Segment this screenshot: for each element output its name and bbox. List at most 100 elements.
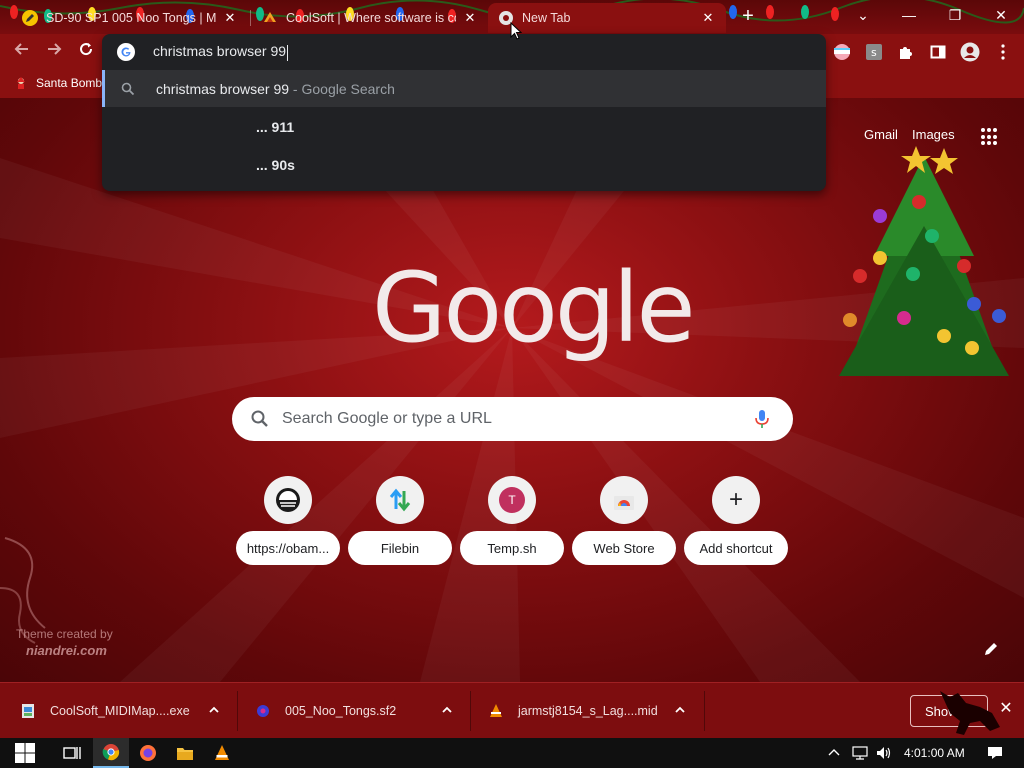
web-store-icon [600, 476, 648, 524]
svg-text:s: s [871, 46, 877, 59]
microphone-icon[interactable] [751, 408, 773, 430]
volume-icon[interactable] [876, 746, 892, 760]
tab-search-button[interactable]: ⌄ [840, 0, 886, 30]
omnibox-dropdown: christmas browser 99 christmas browser 9… [102, 34, 826, 191]
bookmark-label: Santa Bomb [36, 76, 103, 90]
download-filename: CoolSoft_MIDIMap....exe [50, 704, 190, 718]
tab-close-icon[interactable]: ✕ [462, 10, 478, 26]
forward-arrow-icon [48, 43, 62, 55]
google-logo: Google [372, 252, 696, 364]
windows-taskbar: 4:01:00 AM [0, 738, 1024, 768]
download-filename: jarmstj8154_s_Lag....mid [518, 704, 658, 718]
letter-t-icon: T [488, 476, 536, 524]
download-divider [704, 691, 705, 731]
search-input[interactable] [282, 410, 751, 428]
shortcut-label: Temp.sh [460, 531, 564, 565]
tab-close-icon[interactable]: ✕ [700, 10, 716, 26]
reindeer-silhouette-decoration [940, 691, 1000, 735]
start-button[interactable] [6, 738, 44, 768]
tab-close-icon[interactable]: ✕ [222, 10, 238, 26]
taskbar-firefox[interactable] [130, 738, 166, 768]
minimize-button[interactable]: — [886, 0, 932, 30]
omnibox-suggestion[interactable]: christmas browser 99 - Google Search [102, 70, 826, 107]
suggestion-text: ... 911 [256, 118, 295, 135]
folder-icon [177, 748, 193, 760]
theme-credit-site[interactable]: niandrei.com [26, 643, 107, 658]
network-icon[interactable] [852, 746, 868, 760]
vlc-icon [490, 704, 502, 717]
pen-favicon-icon [22, 10, 38, 26]
side-panel-icon[interactable] [929, 43, 947, 61]
restore-button[interactable]: ❐ [932, 0, 978, 30]
mouse-cursor-icon [510, 22, 522, 40]
obama-logo-icon [264, 476, 312, 524]
taskbar-chrome[interactable] [93, 738, 129, 768]
chevron-up-icon[interactable] [674, 704, 686, 716]
window-close-button[interactable]: ✕ [978, 0, 1024, 30]
download-item[interactable]: CoolSoft_MIDIMap....exe [20, 683, 230, 739]
profile-avatar-icon[interactable] [960, 42, 980, 62]
back-button[interactable] [10, 40, 34, 64]
omnibox-suggestion[interactable]: ... 90s [102, 146, 826, 183]
vlc-icon [215, 745, 229, 760]
installer-icon [22, 704, 34, 718]
shortcut-obama[interactable]: https://obam... [236, 476, 340, 566]
text-caret [287, 44, 289, 61]
taskbar-vlc[interactable] [204, 738, 240, 768]
tab-title: CoolSoft | Where software is cool [286, 11, 456, 25]
shortcut-label: https://obam... [236, 531, 340, 565]
address-bar-text[interactable]: christmas browser 99 [153, 43, 289, 61]
notifications-icon[interactable] [987, 746, 1003, 760]
christmas-tree-decoration [839, 146, 1009, 376]
system-tray: 4:01:00 AM [828, 738, 1003, 768]
back-arrow-icon [14, 43, 28, 55]
task-view-button[interactable] [54, 738, 90, 768]
avatar-letter: T [499, 487, 525, 513]
chevron-up-icon[interactable] [208, 704, 220, 716]
suggestion-text: christmas browser 99 - Google Search [156, 80, 395, 97]
up-down-arrows-icon [376, 476, 424, 524]
chevron-up-icon[interactable] [828, 747, 840, 759]
tab-coolsoft[interactable]: CoolSoft | Where software is cool ✕ [252, 3, 488, 33]
shortcut-label: Filebin [348, 531, 452, 565]
address-bar[interactable]: christmas browser 99 [102, 34, 826, 70]
search-icon [121, 82, 135, 95]
chrome-icon [102, 744, 120, 761]
extensions-puzzle-icon[interactable] [897, 43, 915, 61]
shortcut-label: Add shortcut [684, 531, 788, 565]
soundfont-icon [257, 705, 269, 717]
new-tab-button[interactable]: + [737, 6, 759, 28]
coolsoft-favicon-icon [262, 10, 278, 26]
tab-new-tab[interactable]: New Tab ✕ [488, 3, 726, 33]
shortcut-web-store[interactable]: Web Store [572, 476, 676, 566]
shortcut-tempsh[interactable]: T Temp.sh [460, 476, 564, 566]
google-g-icon [117, 43, 135, 61]
tab-sd90[interactable]: SD-90 SP1 005 Noo Tongs | Mus ✕ [12, 3, 248, 33]
flag-extension-icon[interactable] [833, 43, 851, 61]
download-filename: 005_Noo_Tongs.sf2 [285, 704, 397, 718]
shortcut-add[interactable]: + Add shortcut [684, 476, 788, 566]
taskbar-file-explorer[interactable] [167, 738, 203, 768]
download-bar: CoolSoft_MIDIMap....exe 005_Noo_Tongs.sf… [0, 682, 1024, 738]
task-view-icon [63, 747, 81, 759]
download-item[interactable]: jarmstj8154_s_Lag....mid [488, 683, 698, 739]
browser-menu-icon[interactable] [994, 43, 1012, 61]
download-item[interactable]: 005_Noo_Tongs.sf2 [255, 683, 460, 739]
shortcut-label: Web Store [572, 531, 676, 565]
shortcut-filebin[interactable]: Filebin [348, 476, 452, 566]
suggestion-text: ... 90s [256, 156, 295, 173]
omnibox-suggestion[interactable]: ... 911 [102, 108, 826, 145]
reload-button[interactable] [74, 40, 98, 64]
bookmark-santa-bomb[interactable]: Santa Bomb [14, 76, 102, 90]
s-extension-icon[interactable]: s [865, 43, 883, 61]
customize-pencil-icon[interactable] [982, 640, 1000, 658]
tab-title: New Tab [522, 11, 571, 25]
download-divider [470, 691, 471, 731]
chevron-up-icon[interactable] [441, 704, 453, 716]
firefox-icon [140, 745, 156, 761]
ntp-search-box[interactable] [232, 397, 793, 441]
forward-button[interactable] [42, 40, 66, 64]
download-divider [237, 691, 238, 731]
tab-title: SD-90 SP1 005 Noo Tongs | Mus [46, 11, 216, 25]
clock[interactable]: 4:01:00 AM [904, 746, 965, 760]
